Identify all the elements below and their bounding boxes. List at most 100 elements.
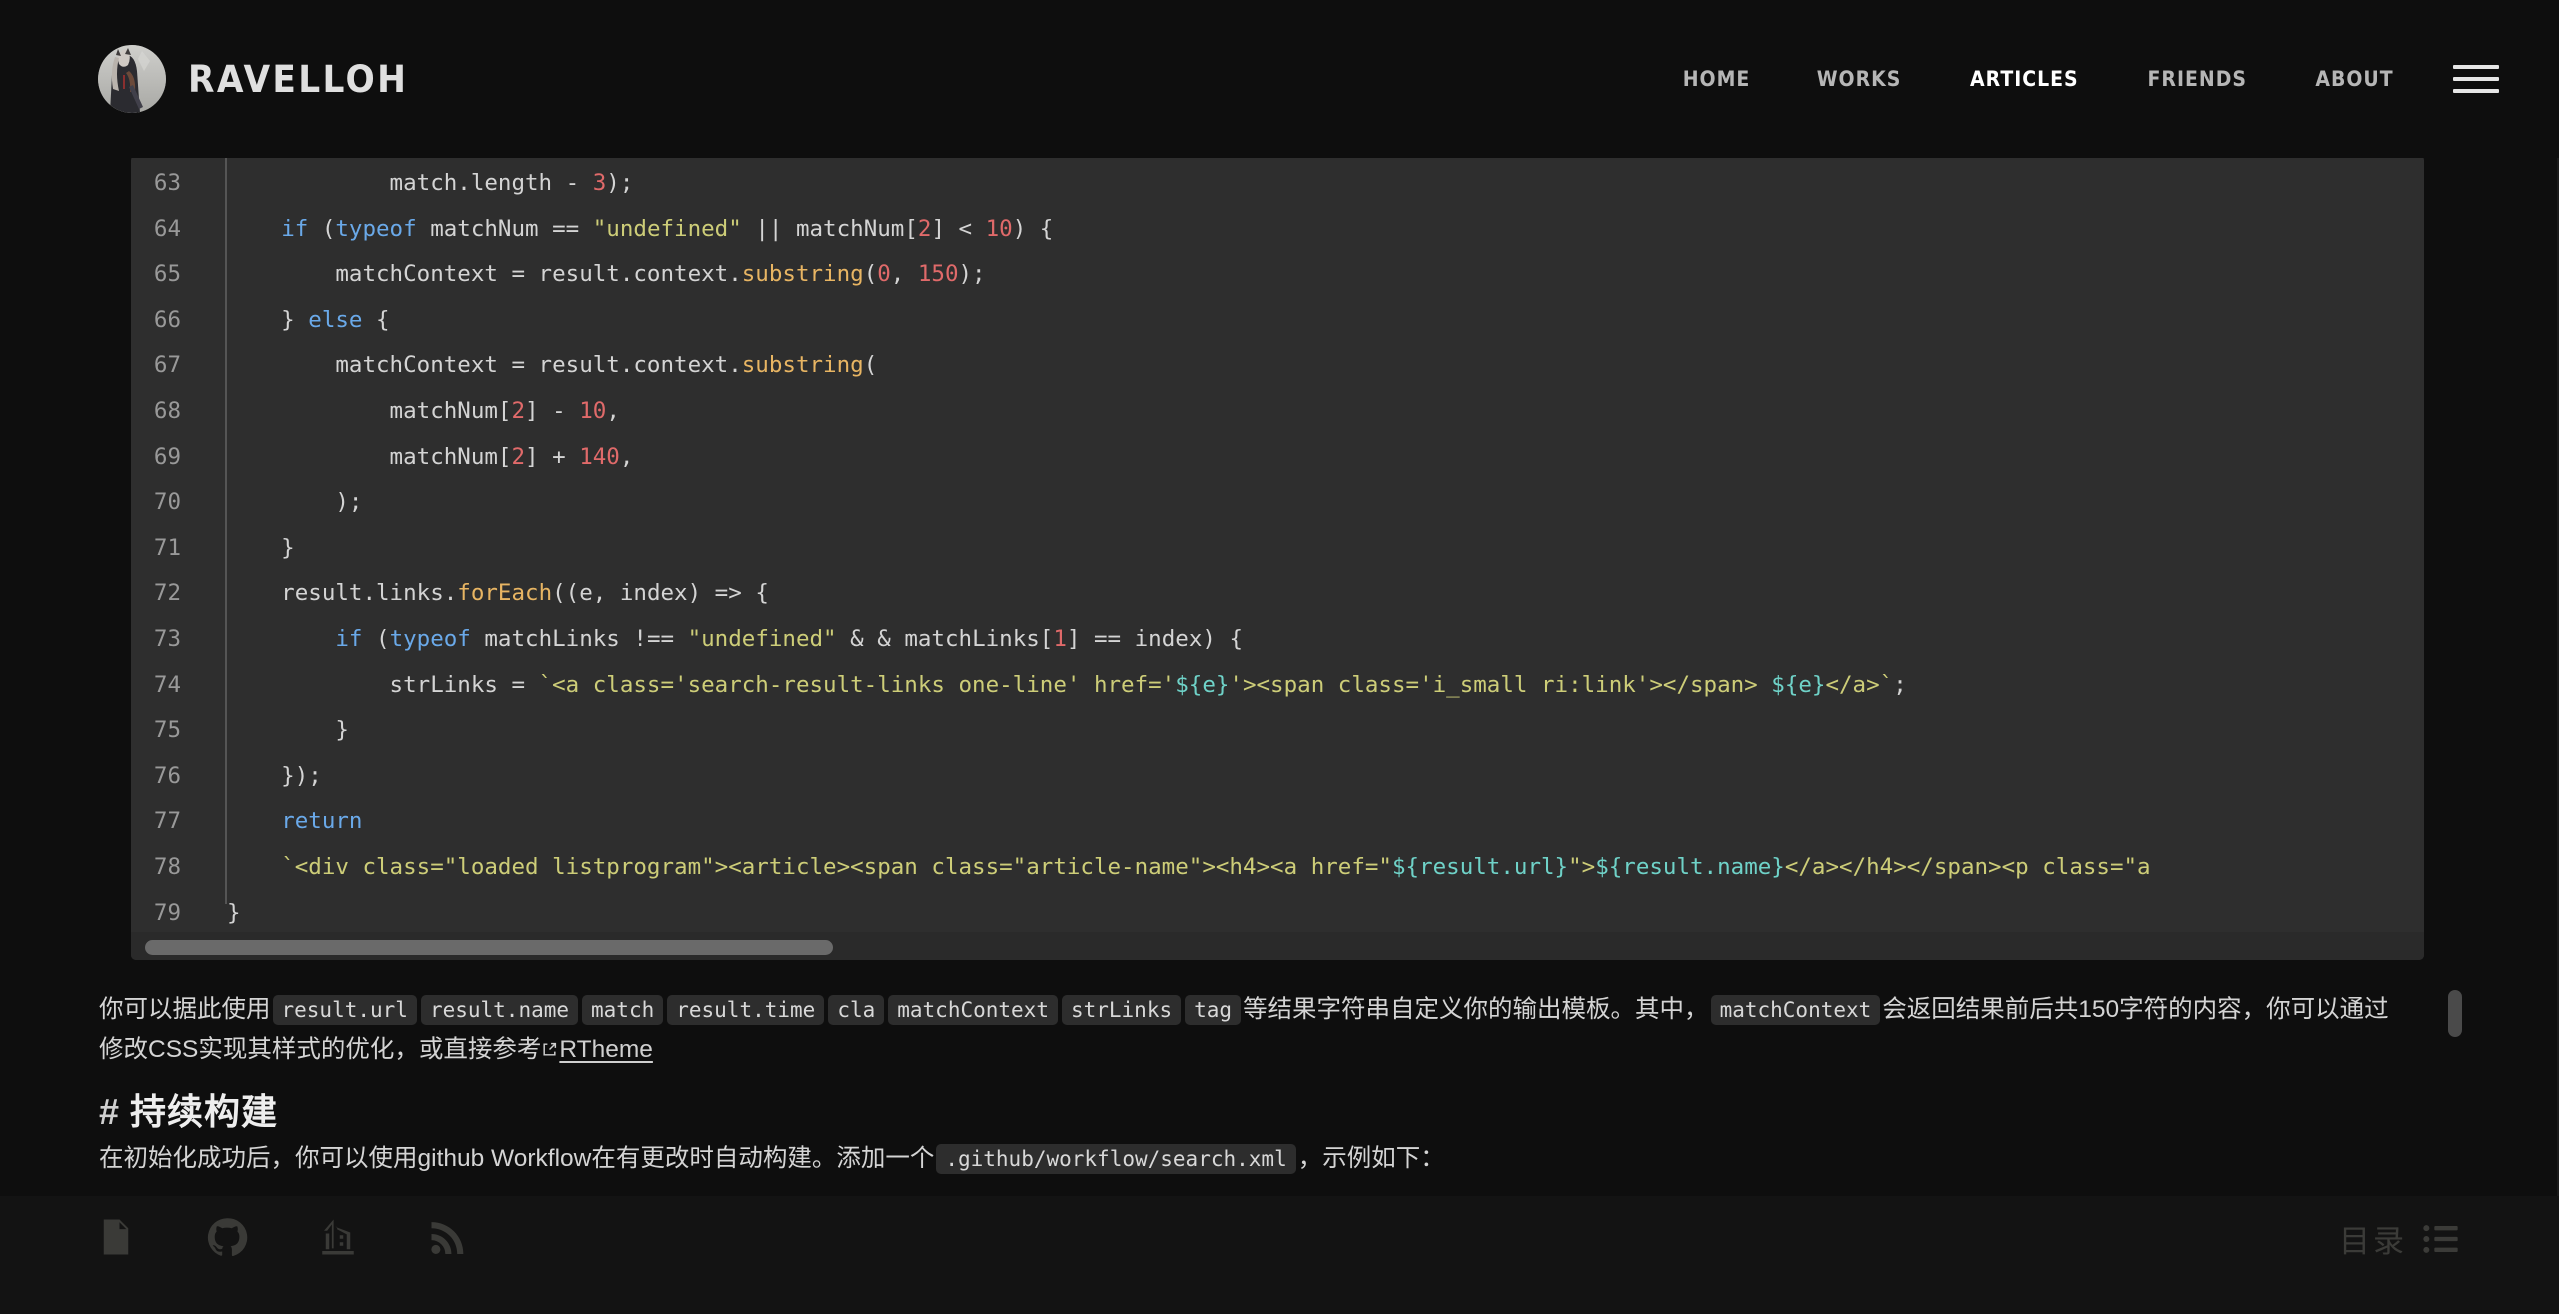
code-line-number: 75 (153, 717, 181, 744)
code-token: ); (227, 489, 363, 516)
toc-toggle-button[interactable]: 目录 (2339, 1216, 2461, 1261)
inline-code-cla: cla (828, 995, 885, 1025)
code-token: 10 (985, 215, 1013, 242)
nav-item-friends[interactable]: FRIENDS (2122, 57, 2274, 101)
list-icon (2421, 1219, 2461, 1259)
code-line: 67 matchContext = result.context.substri… (131, 343, 2424, 389)
code-line: 68 matchNum[2] - 10, (131, 389, 2424, 435)
file-info-icon[interactable] (95, 1216, 137, 1258)
code-line: 74 strLinks = `<a class='search-result-l… (131, 663, 2424, 709)
code-line: 66 } else { (131, 298, 2424, 344)
code-token: } (227, 899, 241, 926)
github-icon[interactable] (206, 1216, 248, 1258)
code-token: "undefined" (687, 625, 837, 652)
code-token: || matchNum[ (741, 215, 918, 242)
para-text-part1: 你可以据此使用 (99, 996, 271, 1023)
para-text-part2: 等结果字符串自定义你的输出模板。其中， (1243, 996, 1709, 1023)
code-line-content: match.length - 3); (203, 161, 2424, 207)
code-token: else (308, 306, 363, 333)
code-line-content: matchContext = result.context.substring( (203, 343, 2424, 389)
toc-label: 目录 (2339, 1224, 2407, 1259)
code-scroll-viewport: 63 match.length - 3); 64 if (typeof match… (131, 155, 2424, 932)
code-line-content: }); (203, 754, 2424, 800)
code-token: "undefined" (592, 215, 742, 242)
inline-code-workflow-path: .github/workflow/search.xml (936, 1144, 1296, 1174)
page-scrollbar-thumb[interactable] (2448, 990, 2462, 1037)
code-token: 150 (917, 261, 959, 288)
inline-code-match: match (582, 995, 664, 1025)
code-token: ${result.name} (1595, 853, 1785, 880)
code-line-number: 68 (153, 397, 181, 424)
code-line-number: 67 (153, 352, 181, 379)
rtheme-link-label: RTheme (559, 1036, 653, 1063)
code-token: matchNum == (416, 215, 593, 242)
code-token: ] == index) { (1066, 625, 1244, 652)
code-line-number: 70 (153, 489, 181, 516)
code-line: 78 `<div class="loaded listprogram"><art… (131, 845, 2424, 891)
code-token: match.length - (227, 170, 593, 196)
code-lines: 63 match.length - 3); 64 if (typeof match… (131, 155, 2424, 932)
article-content: 63 match.length - 3); 64 if (typeof match… (0, 0, 2559, 1314)
code-line-number: 71 (153, 534, 181, 561)
code-token: ( (863, 261, 878, 288)
code-line-content: `<div class="loaded listprogram"><articl… (203, 845, 2424, 891)
code-token: ] - (525, 397, 580, 424)
code-token: forEach (457, 580, 553, 607)
code-line-number: 78 (153, 853, 181, 880)
code-horizontal-scrollbar[interactable] (131, 932, 2424, 960)
code-token: ); (606, 170, 634, 196)
nav-item-works[interactable]: WORKS (1790, 57, 1927, 101)
inline-code-strlinks: strLinks (1061, 995, 1182, 1025)
code-line: 64 if (typeof matchNum == "undefined" ||… (131, 207, 2424, 253)
code-token: 2 (917, 215, 932, 242)
code-token: } (227, 306, 309, 333)
code-token: if (335, 625, 363, 652)
code-line-content: } else { (203, 298, 2424, 344)
code-horizontal-scrollbar-thumb[interactable] (145, 940, 833, 955)
nav-item-articles[interactable]: ARTICLES (1944, 57, 2105, 101)
code-token: ${result.url} (1391, 853, 1569, 880)
code-line-content: return (203, 799, 2424, 845)
code-token: `<div class="loaded listprogram"><articl… (281, 853, 1392, 880)
heading-continuous-build: # 持续构建 (99, 1083, 278, 1135)
footer-icon-group (95, 1216, 470, 1258)
rss-icon[interactable] (428, 1216, 470, 1258)
code-line-number: 63 (153, 170, 181, 196)
code-token: if (281, 215, 309, 242)
nav-item-about[interactable]: ABOUT (2289, 57, 2420, 101)
code-line: 70 ); (131, 480, 2424, 526)
code-token: ${e} (1175, 671, 1230, 698)
code-token: } (227, 534, 295, 561)
code-token: , (619, 443, 634, 470)
brand-logo-link[interactable]: RAVELLOH (98, 45, 425, 113)
rtheme-link[interactable]: RTheme (541, 1036, 653, 1063)
code-line-number: 73 (153, 625, 181, 652)
code-token: ( (308, 215, 336, 242)
code-token: }); (227, 762, 322, 789)
code-token: substring (741, 352, 864, 379)
code-line-number: 79 (153, 899, 181, 926)
code-line: 77 return (131, 799, 2424, 845)
code-token: </a></h4></span><p class="a (1784, 853, 2151, 880)
site-header: RAVELLOH HOME WORKS ARTICLES FRIENDS ABO… (0, 0, 2559, 158)
code-token: ((e, index) => { (552, 580, 769, 607)
code-line-number: 77 (153, 808, 181, 835)
code-line-number: 74 (153, 671, 181, 698)
code-line-number: 65 (153, 261, 181, 288)
inline-code-result-url: result.url (272, 995, 417, 1025)
code-token: ; (1893, 671, 1907, 698)
organization-icon[interactable] (317, 1216, 359, 1258)
code-line: 69 matchNum[2] + 140, (131, 435, 2424, 481)
code-line-content: strLinks = `<a class='search-result-link… (203, 663, 2424, 709)
code-line-content: } (203, 891, 2424, 933)
paragraph-output-template: 你可以据此使用 result.url result.name match result.… (99, 990, 2409, 1071)
hamburger-icon[interactable] (2453, 58, 2503, 100)
code-line: 76 }); (131, 754, 2424, 800)
code-line: 63 match.length - 3); (131, 161, 2424, 207)
code-token: , (890, 261, 918, 288)
code-block[interactable]: 63 match.length - 3); 64 if (typeof match… (131, 155, 2424, 960)
nav-item-home[interactable]: HOME (1656, 57, 1776, 101)
